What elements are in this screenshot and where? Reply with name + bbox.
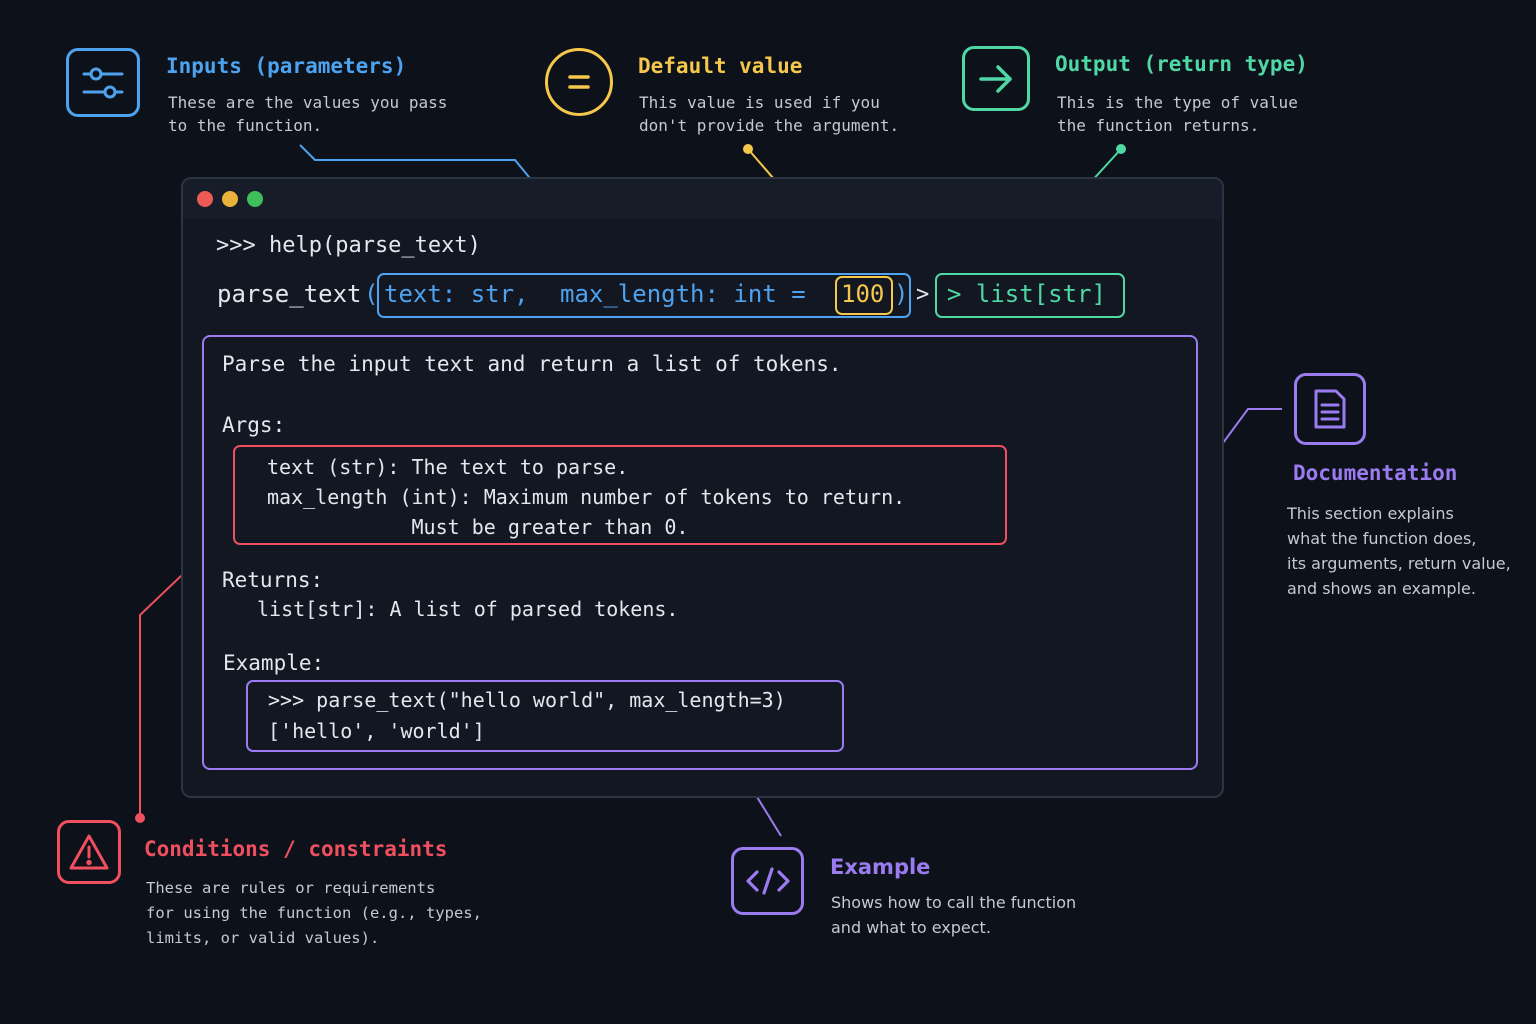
args-header: Args: — [222, 413, 286, 437]
close-paren: ) — [894, 280, 909, 308]
warning-icon — [57, 820, 121, 884]
output-connector-dot-top — [1116, 144, 1126, 154]
conditions-connector-dot-bottom — [135, 813, 145, 823]
documentation-title: Documentation — [1293, 461, 1458, 485]
default-connector-dot — [743, 144, 753, 154]
arg-line-constraint: Must be greater than 0. — [267, 515, 689, 539]
arg-line-text: text (str): The text to parse. — [267, 455, 629, 479]
default-description: This value is used if you don't provide … — [639, 93, 900, 135]
example-header: Example: — [223, 651, 325, 675]
example-description: Shows how to call the function and what … — [831, 893, 1077, 937]
equals-icon — [545, 48, 613, 116]
conditions-description: These are rules or requirements for usin… — [146, 879, 482, 947]
return-type: > list[str] — [947, 280, 1106, 308]
param-max-length: max_length: int = — [560, 280, 806, 308]
output-title: Output (return type) — [1055, 52, 1308, 76]
sliders-icon — [66, 48, 140, 117]
default-value: 100 — [841, 280, 885, 308]
example-title: Example — [830, 855, 931, 879]
doc-summary: Parse the input text and return a list o… — [222, 352, 842, 376]
maximize-window-dot[interactable] — [247, 191, 263, 207]
code-brackets-icon — [731, 847, 804, 915]
prompt-line: >>> help(parse_text) — [216, 233, 481, 258]
arg-line-max-length: max_length (int): Maximum number of toke… — [267, 485, 906, 509]
terminal-title-bar — [183, 179, 1222, 219]
param-text: text: str, — [384, 280, 529, 308]
minimize-window-dot[interactable] — [222, 191, 238, 207]
arrow-right-icon — [962, 46, 1030, 111]
function-name: parse_text — [217, 280, 362, 308]
conditions-title: Conditions / constraints — [144, 837, 448, 861]
arrow-gt: > — [916, 282, 930, 307]
output-description: This is the type of value the function r… — [1057, 93, 1298, 135]
inputs-description: These are the values you pass to the fun… — [168, 93, 448, 135]
default-title: Default value — [638, 54, 803, 78]
close-window-dot[interactable] — [197, 191, 213, 207]
document-icon — [1294, 373, 1366, 445]
example-call-line: >>> parse_text("hello world", max_length… — [268, 688, 786, 712]
documentation-description: This section explains what the function … — [1287, 504, 1511, 598]
inputs-title: Inputs (parameters) — [166, 54, 407, 78]
example-output-line: ['hello', 'world'] — [268, 719, 485, 743]
returns-line: list[str]: A list of parsed tokens. — [257, 597, 679, 621]
returns-header: Returns: — [222, 568, 324, 592]
